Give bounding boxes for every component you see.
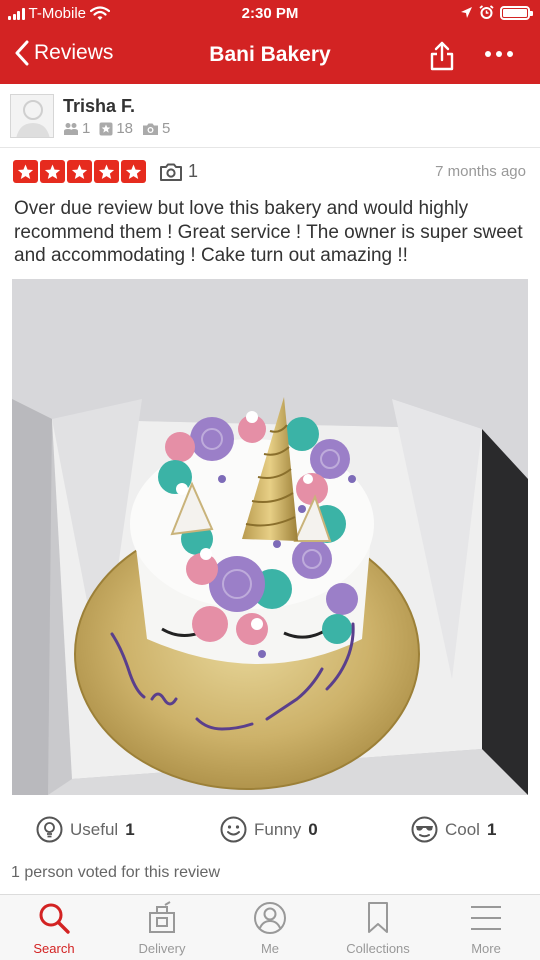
default-user-icon [16,100,50,137]
cool-button[interactable]: Cool 1 [411,816,496,843]
star-icon [40,160,65,183]
review-photo[interactable] [12,279,528,795]
tab-me[interactable]: Me [216,895,324,960]
review-photo-count[interactable]: 1 [160,161,198,182]
tab-me-label: Me [260,941,280,956]
vote-buttons: Useful 1 Funny 0 Cool 1 [0,810,540,852]
profile-icon [254,902,286,934]
alarm-icon [479,5,494,19]
menu-icon [471,906,501,930]
sunglasses-icon [411,816,438,843]
cool-count: 1 [486,819,497,839]
reviews-count: 18 [116,120,134,137]
bookmark-icon [368,902,388,933]
tab-search[interactable]: Search [0,895,108,960]
delivery-bag-icon [149,901,175,933]
more-icon[interactable] [482,42,516,66]
review-text: Over due review but love this bakery and… [14,198,523,266]
photo-count-value: 1 [188,161,199,181]
tab-bar: Search Delivery Me Collections More [0,894,540,960]
star-icon [13,160,38,183]
tab-collections-label: Collections [346,941,410,956]
camera-icon [160,163,182,181]
tab-delivery[interactable]: Delivery [108,895,216,960]
share-icon[interactable] [428,40,456,72]
star-icon [94,160,119,183]
battery-icon [500,5,533,20]
lightbulb-icon [36,816,63,843]
page-title: Bani Bakery [209,43,331,66]
search-icon [39,903,70,934]
camera-icon [143,123,159,135]
tab-collections[interactable]: Collections [324,895,432,960]
status-bar: T-Mobile 2:30 PM [0,0,540,28]
rating-row: 1 7 months ago [0,148,540,194]
cool-label: Cool [445,819,480,839]
review-date: 7 months ago [435,163,526,180]
avatar[interactable] [10,94,54,138]
review-star-icon [99,122,113,135]
smiley-icon [220,816,247,843]
funny-label: Funny [254,819,302,839]
voted-summary: 1 person voted for this review [11,864,220,881]
reviewer-name[interactable]: Trisha F. [63,96,135,117]
star-icon [67,160,92,183]
nav-bar: Reviews Bani Bakery [0,30,540,82]
funny-button[interactable]: Funny 0 [220,816,318,843]
location-arrow-icon [461,7,472,18]
funny-count: 0 [308,819,318,839]
friends-count: 1 [82,120,91,137]
tab-delivery-label: Delivery [138,941,186,956]
tab-more-label: More [471,941,501,956]
status-time: 2:30 PM [241,5,299,22]
cake-photo-illustration [12,279,528,795]
star-icon [121,160,146,183]
tab-more[interactable]: More [432,895,540,960]
star-rating [13,160,146,183]
useful-count: 1 [125,819,135,839]
friends-icon [64,122,78,135]
photos-count: 5 [162,120,171,137]
useful-button[interactable]: Useful 1 [36,816,135,843]
app-header: T-Mobile 2:30 PM Reviews Bani Bakery [0,0,540,84]
reviewer-row[interactable]: Trisha F. 1 18 5 [0,84,540,148]
tab-search-label: Search [33,941,75,956]
reviewer-stats: 1 18 5 [63,120,176,137]
useful-label: Useful [70,819,119,839]
